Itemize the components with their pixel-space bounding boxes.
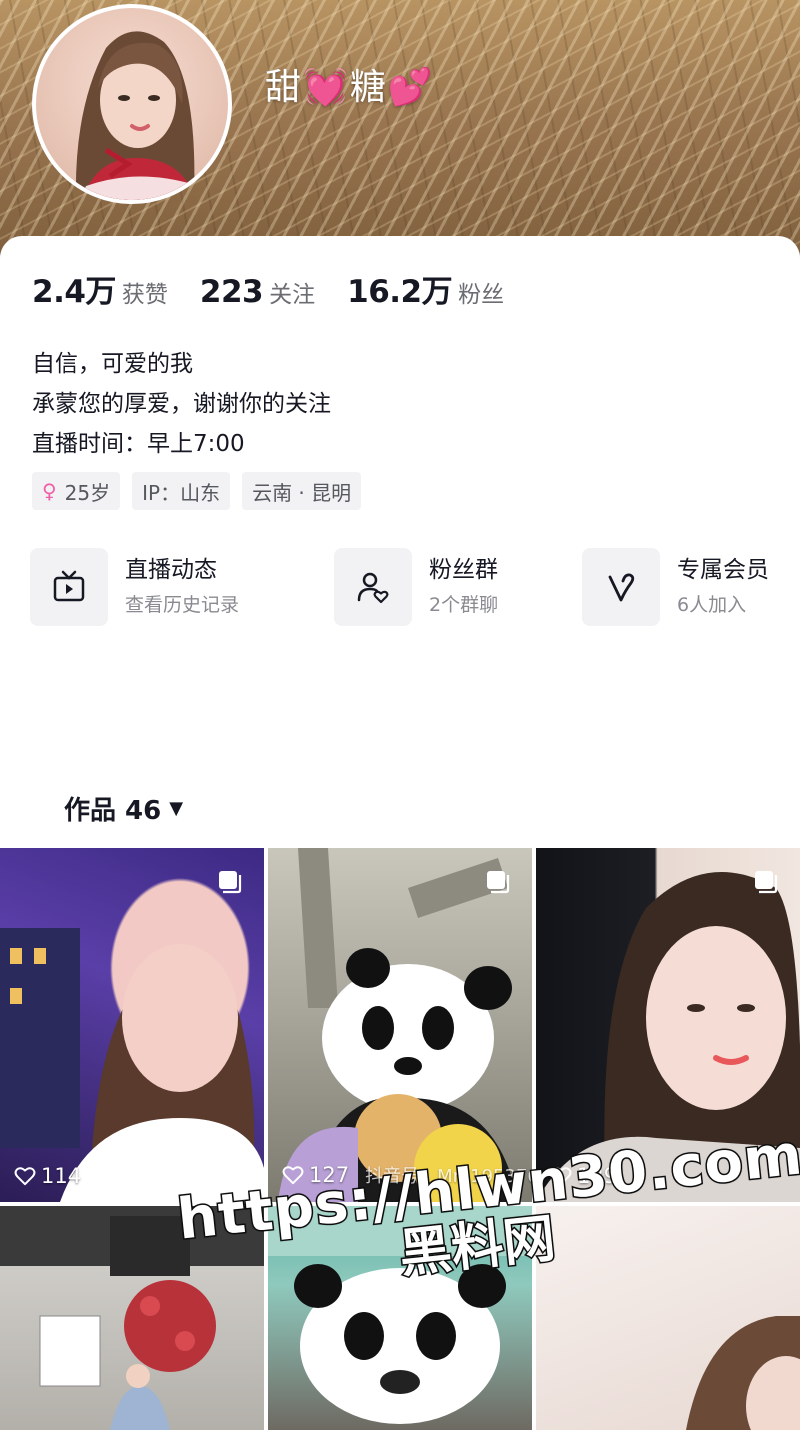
multi-image-icon [755,871,778,894]
age-tag: ♀ 25岁 [32,472,121,510]
heart-outline-icon [14,1167,36,1186]
feature-fan-group[interactable]: 粉丝群 2个群聊 [334,548,498,626]
ip-label: IP：山东 [142,480,221,505]
avatar-portrait [75,31,196,200]
bio-line: 直播时间：早上7:00 [32,431,245,457]
video-thumbnail [0,848,264,1202]
feature-row: 直播动态 查看历史记录 粉丝群 2个群聊 专属会员 6人加入 [30,548,800,628]
nickname: 甜💓糖💕 [265,67,435,108]
feature-live-history[interactable]: 直播动态 查看历史记录 [30,548,239,626]
profile-tags: ♀ 25岁 IP：山东 云南 · 昆明 [32,472,362,510]
caret-down-icon: ▼ [169,798,184,819]
bio-line: 自信，可爱的我 [32,351,193,377]
bio: 自信，可爱的我 承蒙您的厚爱，谢谢你的关注 直播时间：早上7:00 [32,344,331,464]
likes-count: 114 [14,1164,81,1188]
female-icon: ♀ [42,479,57,503]
avatar[interactable] [32,4,232,204]
age-label: 25岁 [64,480,111,505]
tv-play-icon [30,548,108,626]
video-tile[interactable]: 127 抖音号：Mm195376 [268,848,532,1202]
bio-line: 承蒙您的厚爱，谢谢你的关注 [32,391,331,417]
feature-subtitle: 查看历史记录 [125,594,240,616]
stat-value: 16.2万 [347,274,453,310]
stats-row: 2.4万 获赞 223 关注 16.2万 粉丝 [32,266,536,311]
profile-card: 2.4万 获赞 223 关注 16.2万 粉丝 自信，可爱的我 承蒙您的厚爱，谢… [0,236,800,848]
feature-title: 直播动态 [125,557,217,583]
feature-title: 专属会员 [677,557,769,583]
stat-followers[interactable]: 16.2万 粉丝 [347,266,504,311]
location-label: 云南 · 昆明 [252,480,352,505]
multi-image-icon [219,871,242,894]
stat-label: 获赞 [121,282,168,308]
feature-subtitle: 6人加入 [677,594,747,616]
stat-value: 223 [199,274,264,310]
ip-tag: IP：山东 [132,472,231,510]
fan-group-icon [334,548,412,626]
feature-membership[interactable]: 专属会员 6人加入 [582,548,769,626]
multi-image-icon [487,871,510,894]
feature-subtitle: 2个群聊 [429,594,499,616]
profile-banner: 甜💓糖💕 [0,0,800,260]
heart-v-icon [582,548,660,626]
tab-works[interactable]: 作品 46 ▼ [64,790,183,827]
video-tile[interactable]: 114 [0,848,264,1202]
video-thumbnail [268,848,532,1202]
stat-likes[interactable]: 2.4万 获赞 [32,266,168,311]
stat-label: 粉丝 [458,282,505,308]
likes-value: 114 [41,1164,82,1188]
stat-value: 2.4万 [32,274,116,310]
stat-label: 关注 [269,282,316,308]
works-label: 作品 46 [64,796,162,826]
location-tag: 云南 · 昆明 [242,472,362,510]
stat-following[interactable]: 223 关注 [200,274,315,310]
feature-title: 粉丝群 [429,557,498,583]
